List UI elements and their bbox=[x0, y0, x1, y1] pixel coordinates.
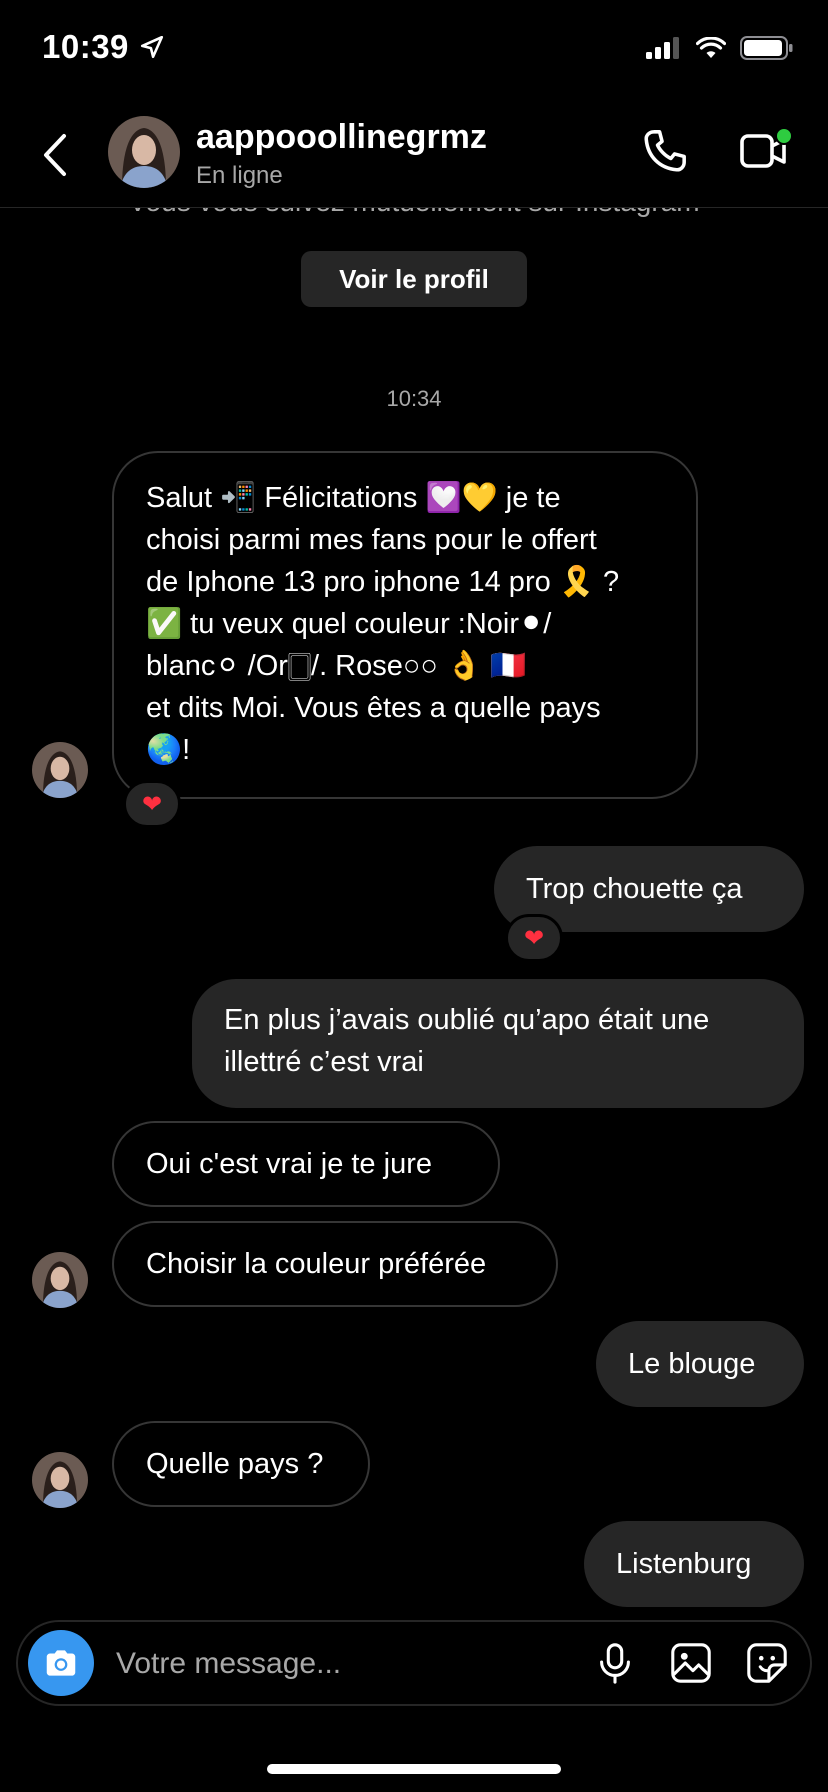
microphone-icon bbox=[600, 1643, 630, 1684]
phone-icon bbox=[644, 130, 686, 172]
view-profile-button[interactable]: Voir le profil bbox=[301, 251, 527, 307]
message-bubble-outgoing[interactable]: En plus j’avais oublié qu’apo était une … bbox=[192, 979, 804, 1108]
message-line: choisi parmi mes fans pour le offert bbox=[146, 524, 597, 556]
heart-reaction[interactable]: ❤ bbox=[505, 914, 563, 962]
message-line: Salut 📲 Félicitations 💟💛 je te bbox=[146, 482, 561, 514]
voice-message-button[interactable] bbox=[592, 1640, 638, 1686]
sender-avatar[interactable] bbox=[32, 1252, 88, 1308]
heart-icon: ❤ bbox=[141, 790, 163, 818]
contact-avatar[interactable] bbox=[108, 116, 180, 188]
message-line: ✅ tu veux quel couleur :Noir⚫/ bbox=[146, 608, 552, 640]
message-text: Listenburg bbox=[616, 1547, 752, 1580]
message-bubble-incoming[interactable]: Quelle pays ? bbox=[112, 1421, 370, 1507]
message-line: illettré c’est vrai bbox=[224, 1046, 424, 1078]
chevron-left-icon bbox=[44, 134, 66, 176]
message-bubble-outgoing[interactable]: Le blouge bbox=[596, 1321, 804, 1407]
video-call-button[interactable] bbox=[738, 124, 793, 178]
cellular-signal-icon bbox=[646, 37, 679, 59]
avatar-portrait-image bbox=[32, 1452, 88, 1508]
message-composer bbox=[16, 1620, 812, 1706]
location-arrow-icon bbox=[140, 35, 163, 59]
sticker-button[interactable] bbox=[744, 1640, 790, 1686]
message-text: Quelle pays ? bbox=[146, 1447, 324, 1480]
contact-username[interactable]: aappooollinegrmz bbox=[196, 118, 487, 157]
presence-status: En ligne bbox=[196, 162, 283, 189]
message-bubble-incoming[interactable]: Choisir la couleur préférée bbox=[112, 1221, 558, 1307]
sender-avatar[interactable] bbox=[32, 742, 88, 798]
chat-header: aappooollinegrmz En ligne bbox=[0, 100, 828, 208]
message-line: et dits Moi. Vous êtes a quelle pays bbox=[146, 692, 601, 724]
sticker-icon bbox=[747, 1643, 787, 1683]
avatar-portrait-image bbox=[32, 742, 88, 798]
status-indicators bbox=[646, 36, 794, 60]
video-camera-icon bbox=[740, 127, 793, 168]
message-text: Trop chouette ça bbox=[526, 872, 743, 905]
camera-button[interactable] bbox=[28, 1630, 94, 1696]
message-timestamp: 10:34 bbox=[386, 386, 442, 411]
message-line: 🌏! bbox=[146, 734, 191, 766]
gallery-button[interactable] bbox=[668, 1640, 714, 1686]
message-bubble-outgoing[interactable]: Listenburg bbox=[584, 1521, 804, 1607]
heart-reaction[interactable]: ❤ bbox=[123, 780, 181, 828]
message-line: blanc⚪ /Or🀆/. Rose○○ 👌 🇫🇷 bbox=[146, 650, 527, 682]
message-text: Choisir la couleur préférée bbox=[146, 1247, 487, 1280]
camera-icon bbox=[46, 1650, 76, 1676]
message-text: Le blouge bbox=[628, 1347, 756, 1380]
message-input[interactable] bbox=[114, 1636, 588, 1692]
message-bubble-incoming[interactable]: Oui c'est vrai je te jure bbox=[112, 1121, 500, 1207]
home-indicator[interactable] bbox=[267, 1764, 561, 1774]
sender-avatar[interactable] bbox=[32, 1452, 88, 1508]
message-bubble-incoming[interactable]: Salut 📲 Félicitations 💟💛 je te choisi pa… bbox=[112, 451, 698, 799]
status-time: 10:39 bbox=[42, 28, 165, 66]
message-line: de Iphone 13 pro iphone 14 pro 🎗️ ? bbox=[146, 566, 620, 598]
wifi-icon bbox=[696, 37, 726, 58]
heart-icon: ❤ bbox=[523, 924, 545, 952]
audio-call-button[interactable] bbox=[640, 126, 690, 176]
avatar-portrait-image bbox=[108, 116, 180, 188]
image-icon bbox=[671, 1643, 711, 1683]
status-time-text: 10:39 bbox=[42, 28, 129, 65]
avatar-portrait-image bbox=[32, 1252, 88, 1308]
message-text: Oui c'est vrai je te jure bbox=[146, 1147, 432, 1180]
battery-icon bbox=[740, 36, 793, 60]
message-line: En plus j’avais oublié qu’apo était une bbox=[224, 1004, 710, 1036]
back-button[interactable] bbox=[36, 130, 76, 180]
